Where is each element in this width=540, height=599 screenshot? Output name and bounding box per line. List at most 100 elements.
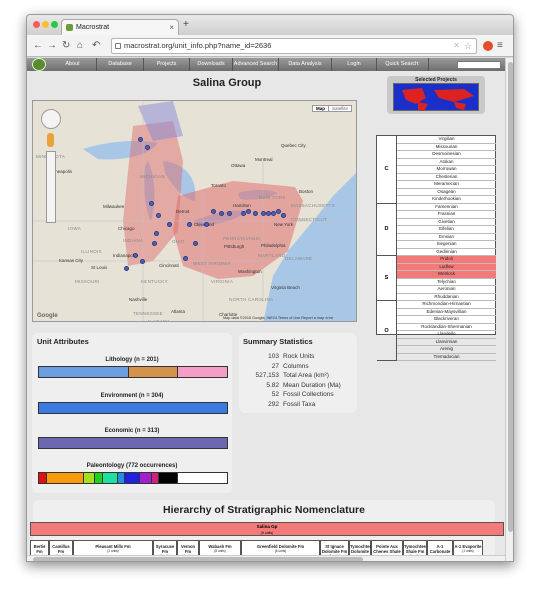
stage-row[interactable]: Rocklandian-Shermanian — [397, 324, 496, 331]
nav-item-projects[interactable]: Projects — [144, 58, 190, 71]
stage-row[interactable]: Rhuddanian — [397, 294, 496, 301]
stage-row[interactable]: Aeronian — [397, 286, 496, 294]
vertical-scrollbar[interactable] — [505, 58, 513, 561]
bar-segment[interactable] — [117, 473, 126, 483]
map-marker[interactable] — [138, 137, 143, 142]
map-marker[interactable] — [133, 253, 138, 258]
stage-row[interactable]: Meramecian — [397, 181, 496, 189]
stage-row[interactable]: Morrowan — [397, 166, 496, 174]
stage-row[interactable]: Richmondian-Hirnantian — [397, 301, 496, 309]
map-type-satellite-button[interactable]: Satellite — [327, 106, 351, 111]
stage-row[interactable]: Blackriveran — [397, 316, 496, 324]
stage-row[interactable]: Desmoinesian — [397, 151, 496, 159]
map-marker[interactable] — [246, 209, 251, 214]
stage-row[interactable]: Virgilian — [397, 136, 496, 144]
minimize-window-icon[interactable] — [42, 21, 49, 28]
stage-row[interactable]: Ludlow — [397, 263, 496, 271]
bar-segment[interactable] — [39, 367, 130, 377]
stage-row[interactable]: Edenian-Maysvillian — [397, 309, 496, 316]
bar-segment[interactable] — [140, 473, 152, 483]
stage-row[interactable]: Arenig — [397, 346, 496, 354]
quick-search-input[interactable] — [457, 61, 501, 69]
map-marker[interactable] — [253, 211, 258, 216]
new-tab-button[interactable]: + — [183, 19, 189, 30]
maximize-window-icon[interactable] — [51, 21, 58, 28]
stage-row[interactable]: Atokan — [397, 159, 496, 166]
map-marker[interactable] — [183, 256, 188, 261]
nav-item-about[interactable]: About — [49, 58, 97, 71]
stage-row[interactable]: Famennian — [397, 204, 496, 211]
map-marker[interactable] — [276, 209, 281, 214]
stage-row[interactable]: Llandeilo — [397, 331, 496, 339]
stage-row[interactable]: Emsian — [397, 234, 496, 241]
bar-segment[interactable] — [159, 473, 179, 483]
pan-control[interactable] — [41, 109, 61, 129]
close-window-icon[interactable] — [33, 21, 40, 28]
stage-row[interactable]: Gedinnian — [397, 249, 496, 256]
bar-segment[interactable] — [129, 367, 179, 377]
map-marker[interactable] — [281, 213, 286, 218]
period-s[interactable]: S — [377, 256, 397, 301]
zoom-slider[interactable] — [46, 151, 56, 223]
bar-segment[interactable] — [125, 473, 141, 483]
bar-segment[interactable] — [178, 473, 227, 483]
map-marker[interactable] — [145, 145, 150, 150]
nav-item-database[interactable]: Database — [97, 58, 144, 71]
map-marker[interactable] — [140, 259, 145, 264]
bar-segment[interactable] — [102, 473, 118, 483]
horizontal-scroll-thumb[interactable] — [33, 557, 363, 561]
menu-button[interactable]: ≡ — [497, 39, 503, 52]
bar-segment[interactable] — [151, 473, 160, 483]
stage-row[interactable]: Eifelian — [397, 226, 496, 234]
stage-row[interactable]: Pridoli — [397, 256, 496, 264]
nav-item-downloads[interactable]: Downloads — [190, 58, 233, 71]
nav-item-advanced-search[interactable]: Advanced Search — [233, 58, 279, 71]
horizontal-scrollbar[interactable] — [27, 555, 505, 561]
bookmark-star-icon[interactable]: ☆ — [464, 39, 472, 53]
stage-row[interactable]: Tremadocian — [397, 354, 496, 361]
bar-segment[interactable] — [39, 438, 227, 448]
map-marker[interactable] — [219, 211, 224, 216]
environment-bar[interactable] — [38, 402, 228, 414]
vertical-scroll-thumb[interactable] — [508, 62, 513, 532]
lithology-bar[interactable] — [38, 366, 228, 378]
map-marker[interactable] — [149, 201, 154, 206]
bar-segment[interactable] — [95, 473, 103, 483]
map-marker[interactable] — [124, 266, 129, 271]
nav-item-login[interactable]: Login — [332, 58, 377, 71]
nav-item-data-analysis[interactable]: Data Analysis — [279, 58, 332, 71]
stage-row[interactable]: Kinderhookian — [397, 196, 496, 204]
bar-segment[interactable] — [178, 367, 227, 377]
history-button[interactable]: ↶ — [92, 39, 100, 52]
bar-segment[interactable] — [39, 473, 47, 483]
back-button[interactable]: ← — [33, 39, 43, 52]
map-marker[interactable] — [154, 231, 159, 236]
salina-group-cell[interactable]: Salina Gp (9 units) — [30, 522, 504, 536]
stage-row[interactable]: Telychian — [397, 279, 496, 286]
extension-icon[interactable] — [483, 41, 493, 51]
map-marker[interactable] — [167, 222, 172, 227]
selected-projects-map[interactable] — [393, 83, 479, 111]
stage-row[interactable]: Llanvirnian — [397, 339, 496, 346]
home-button[interactable]: ⌂ — [77, 39, 83, 52]
stage-row[interactable]: Missourian — [397, 144, 496, 151]
map-panel[interactable]: Quebec CityOttawaMontrealMINNESOTAMinnea… — [32, 100, 357, 322]
stage-row[interactable]: Givetian — [397, 219, 496, 226]
bar-segment[interactable] — [46, 473, 85, 483]
stage-row[interactable]: Frasnian — [397, 211, 496, 219]
macrostrat-logo[interactable] — [32, 58, 46, 71]
browser-tab[interactable]: Macrostrat × — [61, 19, 179, 35]
map-type-map-button[interactable]: Map — [313, 106, 328, 111]
map-attribution[interactable]: Map data ©2015 Google, INEGI Terms of Us… — [223, 316, 333, 320]
stage-row[interactable]: Osagean — [397, 189, 496, 196]
address-bar[interactable]: macrostrat.org/unit_info.php?name_id=263… — [111, 38, 477, 54]
map-marker[interactable] — [156, 213, 161, 218]
bar-segment[interactable] — [39, 403, 227, 413]
reload-button[interactable]: ↻ — [62, 39, 70, 52]
stage-row[interactable]: Siegenian — [397, 241, 496, 249]
stage-row[interactable]: Wenlock — [397, 271, 496, 279]
period-c[interactable]: C — [377, 136, 397, 204]
map-marker[interactable] — [187, 222, 192, 227]
map-marker[interactable] — [227, 211, 232, 216]
clear-url-icon[interactable]: ✕ — [453, 39, 460, 53]
